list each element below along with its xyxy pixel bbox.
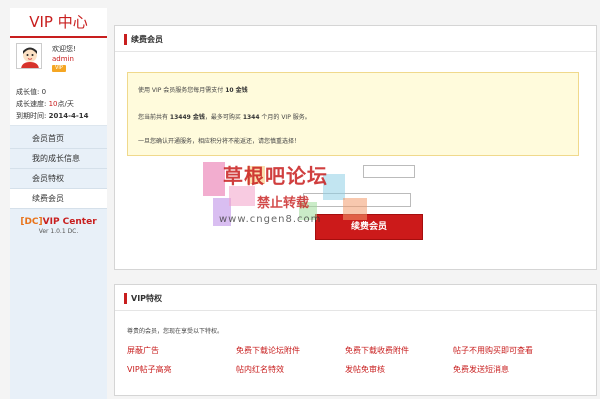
renew-panel-title: 续费会员	[131, 35, 163, 44]
privilege-item: 免费发送短消息	[453, 365, 509, 374]
watermark-block	[203, 162, 225, 196]
sidebar-menu: 会员首页 我的成长信息 会员特权 续费会员	[10, 129, 107, 209]
privileges-panel-title: VIP特权	[131, 294, 163, 303]
growth-speed-label: 成长速度:	[16, 100, 49, 108]
balance-amount: 13449 金钱	[169, 114, 205, 121]
renew-button[interactable]: 续费会员	[315, 214, 423, 240]
brand-version: Ver 1.0.1 DC.	[38, 228, 79, 235]
avatar[interactable]	[16, 43, 42, 69]
renew-panel: 续费会员 使用 VIP 会员服务您每月需支付 10 金钱 您当前共有 13449…	[114, 25, 597, 270]
watermark-title: 草根吧论坛	[223, 164, 328, 188]
title-marker	[124, 293, 127, 304]
watermark-block	[229, 186, 255, 206]
sidebar: VIP 中心 欢迎您! admin VIP 成长值: 0 成长速度: 10点/天…	[10, 8, 107, 399]
expire-date: 2014-4-14	[48, 112, 89, 120]
balance-text: 您当前共有	[138, 114, 170, 121]
privileges-panel-header: VIP特权	[115, 285, 596, 311]
growth-value: 0	[41, 88, 47, 96]
username-link[interactable]: admin	[52, 55, 74, 63]
title-marker	[124, 34, 127, 45]
brand-name: VIP Center	[42, 217, 97, 227]
sidebar-item-renew[interactable]: 续费会员	[10, 189, 107, 209]
user-info: 欢迎您! admin VIP	[10, 38, 107, 82]
growth-value-label: 成长值:	[16, 88, 42, 96]
vip-badge: VIP	[52, 65, 66, 72]
privilege-item: 屏蔽广告	[127, 346, 159, 355]
notice-balance-line: 您当前共有 13449 金钱，最多可购买 1344 个月的 VIP 服务。	[138, 112, 311, 121]
growth-stats: 成长值: 0 成长速度: 10点/天 到期时间: 2014-4-14	[10, 82, 107, 126]
balance-mid-text: ，最多可购买	[204, 114, 243, 121]
renew-panel-header: 续费会员	[115, 26, 596, 52]
growth-speed-row: 成长速度: 10点/天	[16, 98, 107, 110]
vip-center-title: VIP 中心	[10, 8, 107, 38]
fee-amount: 10 金钱	[225, 87, 248, 94]
fee-text: 使用 VIP 会员服务您每月需支付	[138, 87, 226, 94]
privilege-item: 免费下载收费附件	[345, 346, 409, 355]
privileges-panel: VIP特权 尊贵的会员，您现在享受以下特权。 屏蔽广告 免费下载论坛附件 免费下…	[114, 284, 597, 396]
watermark-block	[213, 198, 231, 226]
watermark-subtitle: 禁止转载	[257, 196, 310, 211]
max-months: 1344	[242, 114, 260, 121]
renew-notice: 使用 VIP 会员服务您每月需支付 10 金钱 您当前共有 13449 金钱，最…	[127, 72, 579, 156]
watermark-url: www.cngen8.com	[219, 214, 322, 225]
balance-post-text: 个月的 VIP 服务。	[259, 114, 311, 121]
user-avatar-icon	[17, 44, 41, 68]
sidebar-item-home[interactable]: 会员首页	[10, 129, 107, 149]
privilege-item: 帖子不用购买即可查看	[453, 346, 533, 355]
brand-title: [DC]VIP Center	[10, 217, 107, 227]
sidebar-item-growth-info[interactable]: 我的成长信息	[10, 149, 107, 169]
expire-label: 到期时间:	[16, 112, 49, 120]
privilege-item: 帖内红名特效	[236, 365, 284, 374]
notice-warning-line: 一旦您确认开通服务，相应积分将不能返还，请您慎重选择！	[138, 138, 301, 145]
password-input[interactable]	[303, 193, 411, 207]
sidebar-item-privileges[interactable]: 会员特权	[10, 169, 107, 189]
renew-term-input[interactable]	[363, 165, 415, 178]
privilege-item: 发帖免审核	[345, 365, 385, 374]
brand-prefix: [DC]	[20, 217, 43, 227]
growth-speed-value: 10	[48, 100, 58, 108]
privilege-item: 免费下载论坛附件	[236, 346, 300, 355]
privilege-item: VIP帖子高亮	[127, 365, 172, 374]
welcome-text: 欢迎您!	[52, 45, 76, 53]
growth-speed-unit: 点/天	[57, 100, 74, 108]
vip-center-brand: [DC]VIP Center Ver 1.0.1 DC.	[10, 217, 107, 235]
notice-fee-line: 使用 VIP 会员服务您每月需支付 10 金钱	[138, 85, 248, 94]
privileges-intro: 尊贵的会员，您现在享受以下特权。	[127, 328, 224, 335]
expire-row: 到期时间: 2014-4-14	[16, 110, 107, 122]
watermark-block	[247, 166, 265, 184]
growth-value-row: 成长值: 0	[16, 86, 107, 98]
